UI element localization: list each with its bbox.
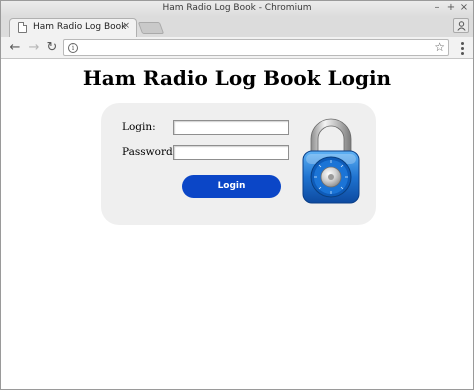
login-panel: Login: Password: Login: [101, 103, 376, 225]
close-window-button[interactable]: ×: [458, 2, 470, 14]
menu-kebab-icon[interactable]: [457, 40, 467, 56]
person-icon: [457, 21, 466, 31]
forward-arrow-icon[interactable]: →: [26, 40, 42, 56]
window-title: Ham Radio Log Book - Chromium: [162, 3, 312, 13]
document-icon: [18, 22, 27, 33]
info-icon[interactable]: i: [68, 43, 78, 53]
login-label: Login:: [122, 121, 156, 133]
bookmark-star-icon[interactable]: ☆: [434, 40, 445, 54]
login-input[interactable]: [173, 120, 289, 135]
padlock-icon: [302, 118, 360, 204]
page-content: Ham Radio Log Book Login Login: Password…: [1, 60, 473, 389]
tab-close-icon[interactable]: ×: [122, 21, 130, 31]
address-bar[interactable]: i ☆: [63, 39, 449, 56]
tab-strip: Ham Radio Log Book ×: [1, 17, 473, 37]
page-title: Ham Radio Log Book Login: [82, 66, 392, 90]
password-input[interactable]: [173, 145, 289, 160]
back-arrow-icon[interactable]: ←: [7, 40, 23, 56]
reload-icon[interactable]: ↻: [44, 40, 60, 56]
tab-title: Ham Radio Log Book: [33, 22, 127, 32]
tab-ham-radio-log-book[interactable]: Ham Radio Log Book ×: [9, 18, 137, 37]
new-tab-button[interactable]: [137, 22, 165, 34]
profile-button[interactable]: [453, 18, 469, 33]
minimize-button[interactable]: –: [431, 2, 443, 14]
login-button[interactable]: Login: [182, 175, 281, 198]
maximize-button[interactable]: +: [445, 2, 457, 14]
browser-toolbar: ← → ↻ i ☆: [1, 37, 473, 59]
title-bar: Ham Radio Log Book - Chromium – + ×: [1, 1, 473, 17]
password-label: Password:: [122, 146, 177, 158]
browser-window: Ham Radio Log Book - Chromium – + × Ham …: [0, 0, 474, 390]
